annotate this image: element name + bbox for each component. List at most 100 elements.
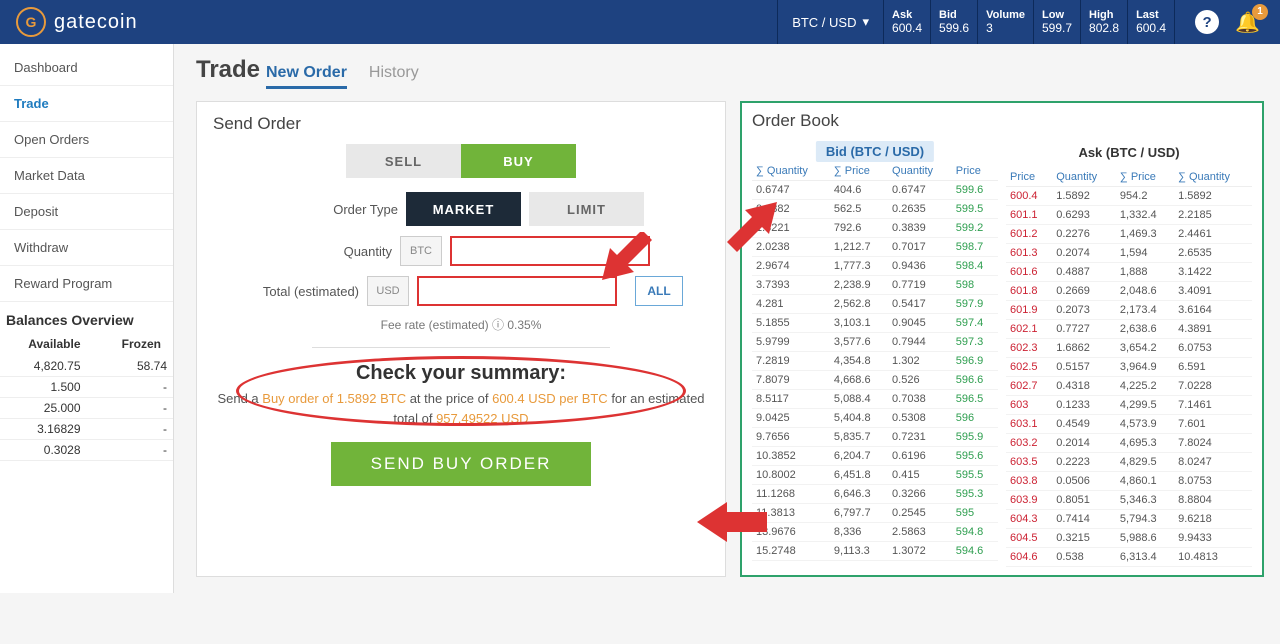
col-header: Price: [1006, 168, 1052, 187]
sell-toggle[interactable]: SELL: [346, 144, 461, 178]
bid-row[interactable]: 11.12686,646.30.3266595.3: [752, 485, 998, 504]
col-header: ∑ Price: [1116, 168, 1174, 187]
balance-row: 25.000-: [0, 398, 173, 419]
ask-row[interactable]: 601.80.26692,048.63.4091: [1006, 282, 1252, 301]
ask-row[interactable]: 603.10.45494,573.97.601: [1006, 415, 1252, 434]
stat-volume: Volume3: [978, 0, 1034, 44]
ask-row[interactable]: 603.20.20144,695.37.8024: [1006, 434, 1252, 453]
bid-row[interactable]: 2.96741,777.30.9436598.4: [752, 257, 998, 276]
bid-row[interactable]: 0.9382562.50.2635599.5: [752, 200, 998, 219]
ask-row[interactable]: 603.90.80515,346.38.8804: [1006, 491, 1252, 510]
logo[interactable]: G gatecoin: [0, 7, 154, 37]
balance-row: 0.3028-: [0, 440, 173, 461]
stat-ask: Ask600.4: [884, 0, 931, 44]
ask-row[interactable]: 603.50.22234,829.58.0247: [1006, 453, 1252, 472]
logo-icon: G: [16, 7, 46, 37]
bid-row[interactable]: 15.27489,113.31.3072594.6: [752, 542, 998, 561]
bid-header: Bid (BTC / USD): [816, 141, 934, 162]
ask-row[interactable]: 602.70.43184,225.27.0228: [1006, 377, 1252, 396]
balance-row: 4,820.7558.74: [0, 356, 173, 377]
ask-row[interactable]: 604.30.74145,794.39.6218: [1006, 510, 1252, 529]
stat-low: Low599.7: [1034, 0, 1081, 44]
bid-row[interactable]: 9.04255,404.80.5308596: [752, 409, 998, 428]
ask-row[interactable]: 604.50.32155,988.69.9433: [1006, 529, 1252, 548]
bid-row[interactable]: 1.3221792.60.3839599.2: [752, 219, 998, 238]
ask-row[interactable]: 6030.12334,299.57.1461: [1006, 396, 1252, 415]
balances-title: Balances Overview: [0, 302, 173, 332]
ask-row[interactable]: 601.10.62931,332.42.2185: [1006, 206, 1252, 225]
stat-bid: Bid599.6: [931, 0, 978, 44]
limit-toggle[interactable]: LIMIT: [529, 192, 644, 226]
ask-row[interactable]: 602.31.68623,654.26.0753: [1006, 339, 1252, 358]
summary-text: Send a Buy order of 1.5892 BTC at the pr…: [213, 389, 709, 428]
balance-row: 1.500-: [0, 377, 173, 398]
total-label: Total (estimated): [239, 284, 359, 299]
total-input[interactable]: [417, 276, 617, 306]
bid-row[interactable]: 11.38136,797.70.2545595: [752, 504, 998, 523]
notification-badge: 1: [1252, 4, 1268, 20]
bid-row[interactable]: 10.38526,204.70.6196595.6: [752, 447, 998, 466]
bal-head-frozen: Frozen: [87, 334, 168, 354]
sidebar-item-open-orders[interactable]: Open Orders: [0, 122, 173, 158]
market-toggle[interactable]: MARKET: [406, 192, 521, 226]
total-unit: USD: [367, 276, 409, 306]
sidebar-item-deposit[interactable]: Deposit: [0, 194, 173, 230]
sidebar-item-trade[interactable]: Trade: [0, 86, 173, 122]
all-button[interactable]: ALL: [635, 276, 683, 306]
quantity-unit: BTC: [400, 236, 442, 266]
tab-history[interactable]: History: [369, 64, 419, 89]
bal-head-available: Available: [6, 334, 87, 354]
col-header: Quantity: [888, 162, 952, 181]
help-icon[interactable]: ?: [1195, 10, 1219, 34]
col-header: Price: [952, 162, 998, 181]
bid-row[interactable]: 5.97993,577.60.7944597.3: [752, 333, 998, 352]
bid-row[interactable]: 3.73932,238.90.7719598: [752, 276, 998, 295]
col-header: ∑ Price: [830, 162, 888, 181]
fee-rate: Fee rate (estimated) ⓘ 0.35%: [381, 316, 542, 333]
bid-row[interactable]: 4.2812,562.80.5417597.9: [752, 295, 998, 314]
bid-row[interactable]: 7.28194,354.81.302596.9: [752, 352, 998, 371]
bid-row[interactable]: 0.6747404.60.6747599.6: [752, 181, 998, 200]
bid-row[interactable]: 9.76565,835.70.7231595.9: [752, 428, 998, 447]
ask-row[interactable]: 603.80.05064,860.18.0753: [1006, 472, 1252, 491]
col-header: Quantity: [1052, 168, 1116, 187]
ask-row[interactable]: 600.41.5892954.21.5892: [1006, 187, 1252, 206]
col-header: ∑ Quantity: [752, 162, 830, 181]
ask-row[interactable]: 602.50.51573,964.96.591: [1006, 358, 1252, 377]
order-book-title: Order Book: [752, 111, 1252, 131]
pair-selector[interactable]: BTC / USD ▾: [777, 0, 884, 44]
sidebar-item-market-data[interactable]: Market Data: [0, 158, 173, 194]
sidebar-item-reward-program[interactable]: Reward Program: [0, 266, 173, 302]
balance-row: 3.16829-: [0, 419, 173, 440]
bid-row[interactable]: 10.80026,451.80.415595.5: [752, 466, 998, 485]
bid-row[interactable]: 8.51175,088.40.7038596.5: [752, 390, 998, 409]
ask-row[interactable]: 601.20.22761,469.32.4461: [1006, 225, 1252, 244]
sidebar-item-withdraw[interactable]: Withdraw: [0, 230, 173, 266]
sidebar-item-dashboard[interactable]: Dashboard: [0, 50, 173, 86]
ask-row[interactable]: 602.10.77272,638.64.3891: [1006, 320, 1252, 339]
stat-last: Last600.4: [1128, 0, 1175, 44]
notifications-bell[interactable]: 🔔 1: [1235, 10, 1260, 35]
buy-toggle[interactable]: BUY: [461, 144, 576, 178]
send-order-button[interactable]: SEND BUY ORDER: [331, 442, 592, 486]
bid-row[interactable]: 13.96768,3362.5863594.8: [752, 523, 998, 542]
bid-row[interactable]: 5.18553,103.10.9045597.4: [752, 314, 998, 333]
ask-header: Ask (BTC / USD): [1006, 141, 1252, 168]
ask-row[interactable]: 604.60.5386,313.410.4813: [1006, 548, 1252, 567]
bid-row[interactable]: 7.80794,668.60.526596.6: [752, 371, 998, 390]
quantity-label: Quantity: [272, 244, 392, 259]
chevron-down-icon: ▾: [862, 14, 869, 30]
ask-row[interactable]: 601.30.20741,5942.6535: [1006, 244, 1252, 263]
col-header: ∑ Quantity: [1174, 168, 1252, 187]
pair-label: BTC / USD: [792, 15, 856, 30]
stat-high: High802.8: [1081, 0, 1128, 44]
bid-row[interactable]: 2.02381,212.70.7017598.7: [752, 238, 998, 257]
send-order-title: Send Order: [213, 114, 709, 134]
quantity-input[interactable]: [450, 236, 650, 266]
brand-name: gatecoin: [54, 11, 138, 34]
tab-new-order[interactable]: New Order: [266, 64, 347, 89]
order-type-label: Order Type: [278, 202, 398, 217]
summary-title: Check your summary:: [213, 362, 709, 385]
ask-row[interactable]: 601.60.48871,8883.1422: [1006, 263, 1252, 282]
ask-row[interactable]: 601.90.20732,173.43.6164: [1006, 301, 1252, 320]
